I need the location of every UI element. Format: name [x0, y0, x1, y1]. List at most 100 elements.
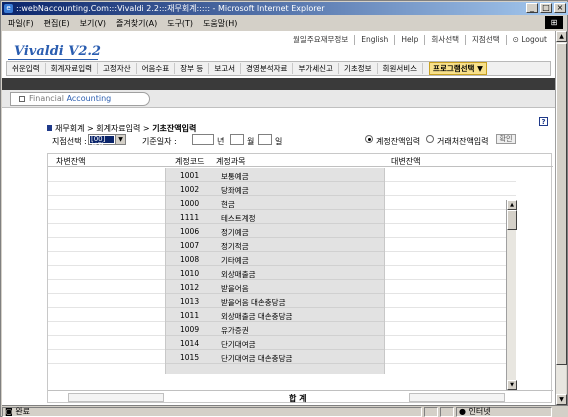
credit-cell[interactable]	[385, 266, 516, 280]
menu-management-analysis[interactable]: 경영분석자료	[241, 63, 294, 74]
radio-client-balance-label: 거래처잔액입력	[437, 137, 489, 146]
breadcrumb-marker-icon	[47, 125, 52, 131]
credit-cell[interactable]	[385, 322, 516, 336]
menu-ledgers[interactable]: 장부 등	[175, 63, 210, 74]
ie-icon: e	[4, 4, 13, 13]
menu-fixed-assets[interactable]: 고정자산	[98, 63, 137, 74]
topnav-english[interactable]: English	[354, 35, 394, 45]
status-bar: ◙ 완료 ● 인터넷	[2, 405, 568, 417]
credit-cell[interactable]	[385, 182, 516, 196]
table-row: 1111 테스트계정	[166, 210, 384, 224]
menu-help[interactable]: 도움말(H)	[203, 18, 237, 29]
maximize-button[interactable]: □	[540, 3, 552, 13]
topnav-help[interactable]: Help	[394, 35, 424, 45]
status-cell	[424, 406, 438, 417]
grid-scrollbar[interactable]: ▲ ▼	[506, 200, 517, 390]
menu-tools[interactable]: 도구(T)	[167, 18, 193, 29]
financial-accounting-tab[interactable]: Financial Accounting	[10, 92, 150, 106]
debit-cell[interactable]	[48, 252, 165, 266]
debit-cell[interactable]	[48, 336, 165, 350]
month-input[interactable]	[230, 134, 244, 145]
close-button[interactable]: ×	[554, 3, 566, 13]
chevron-down-icon: ▼	[115, 135, 125, 144]
radio-client-balance[interactable]	[426, 135, 434, 143]
menu-reports[interactable]: 보고서	[209, 63, 242, 74]
credit-cell[interactable]	[385, 308, 516, 322]
menu-member-service[interactable]: 회원서비스	[378, 63, 424, 74]
table-row: 1000 현금	[166, 196, 384, 210]
credit-cell[interactable]	[385, 294, 516, 308]
year-input[interactable]	[192, 134, 214, 145]
scroll-thumb[interactable]	[556, 43, 567, 365]
logo-underline	[8, 59, 98, 60]
credit-cell[interactable]	[385, 210, 516, 224]
menu-view[interactable]: 보기(V)	[80, 18, 106, 29]
menu-favorites[interactable]: 즐겨찾기(A)	[116, 18, 157, 29]
debit-cell[interactable]	[48, 238, 165, 252]
topnav-logout[interactable]: ⊙ Logout	[505, 35, 553, 45]
topnav-company-select[interactable]: 회사선택	[424, 35, 465, 45]
credit-cell[interactable]	[385, 280, 516, 294]
debit-cell[interactable]	[48, 182, 165, 196]
header-credit: 대변잔액	[391, 157, 421, 166]
credit-cell[interactable]	[385, 336, 516, 350]
scroll-down-icon[interactable]: ▼	[556, 394, 567, 405]
debit-cell[interactable]	[48, 224, 165, 238]
program-select-dropdown[interactable]: 프로그램선택 ▼	[429, 62, 487, 75]
menu-accounting-input[interactable]: 회계자료입력	[46, 63, 99, 74]
debit-cell[interactable]	[48, 308, 165, 322]
branch-select[interactable]: [00] 본점 ▼	[88, 134, 126, 150]
browser-window: e ::webNaccounting.Com:::Vivaldi 2.2:::재…	[0, 0, 568, 417]
confirm-button[interactable]: 확인	[496, 134, 516, 144]
debit-cell[interactable]	[48, 168, 165, 182]
scroll-up-icon[interactable]: ▲	[507, 200, 517, 210]
table-row: 1008 기타예금	[166, 252, 384, 266]
filter-row: 지점선택 : [00] 본점 ▼ 기준일자 : 년 월 일 계정잔액입력 거래처…	[52, 134, 552, 150]
minimize-button[interactable]: _	[526, 3, 538, 13]
credit-cell[interactable]	[385, 252, 516, 266]
window-title: ::webNaccounting.Com:::Vivaldi 2.2:::재무회…	[16, 4, 325, 13]
account-list: 1001 보통예금 1002 당좌예금 1000 현금 1111 테스트계정 1006 정…	[166, 168, 384, 374]
vivaldi-logo[interactable]: Vivaldi V2.2	[14, 44, 101, 59]
credit-cell[interactable]	[385, 168, 516, 182]
table-row: 1014 단기대여금	[166, 336, 384, 350]
menu-edit[interactable]: 편집(E)	[44, 18, 70, 29]
table-row: 1001 보통예금	[166, 168, 384, 182]
credit-total-field	[409, 393, 505, 402]
page-done-icon: ◙	[5, 406, 16, 416]
grid-header: 차변잔액 계정코드 계정과목 대변잔액	[48, 154, 553, 167]
scroll-up-icon[interactable]: ▲	[556, 31, 567, 42]
page-scrollbar[interactable]: ▲ ▼	[555, 31, 567, 405]
zone-cell: ● 인터넷	[456, 406, 552, 417]
scroll-thumb[interactable]	[507, 210, 517, 230]
dark-separator-bar	[2, 78, 557, 90]
year-unit: 년	[217, 137, 225, 146]
debit-column	[48, 168, 166, 374]
debit-cell[interactable]	[48, 322, 165, 336]
menu-notes-checks[interactable]: 어음수표	[137, 63, 176, 74]
menu-file[interactable]: 파일(F)	[8, 18, 34, 29]
menu-basic-info[interactable]: 기초정보	[339, 63, 378, 74]
radio-account-balance[interactable]	[365, 135, 373, 143]
credit-cell[interactable]	[385, 238, 516, 252]
topnav-finance-info[interactable]: 월일주요재무정보	[287, 35, 354, 45]
credit-cell[interactable]	[385, 350, 516, 364]
credit-column	[384, 168, 516, 374]
debit-cell[interactable]	[48, 266, 165, 280]
debit-cell[interactable]	[48, 210, 165, 224]
menu-bar: 파일(F) 편집(E) 보기(V) 즐겨찾기(A) 도구(T) 도움말(H)	[2, 16, 557, 30]
debit-cell[interactable]	[48, 294, 165, 308]
debit-cell[interactable]	[48, 280, 165, 294]
table-row: 1011 외상매출금 대손충당금	[166, 308, 384, 322]
scroll-down-icon[interactable]: ▼	[507, 380, 517, 390]
menu-vat-report[interactable]: 부가세신고	[293, 63, 339, 74]
topnav-branch-select[interactable]: 지점선택	[465, 35, 506, 45]
help-icon[interactable]: ?	[539, 117, 548, 126]
credit-cell[interactable]	[385, 196, 516, 210]
day-input[interactable]	[258, 134, 272, 145]
debit-cell[interactable]	[48, 196, 165, 210]
date-label: 기준일자 :	[142, 137, 177, 146]
menu-easy-input[interactable]: 쉬운입력	[7, 63, 46, 74]
debit-cell[interactable]	[48, 350, 165, 364]
credit-cell[interactable]	[385, 224, 516, 238]
